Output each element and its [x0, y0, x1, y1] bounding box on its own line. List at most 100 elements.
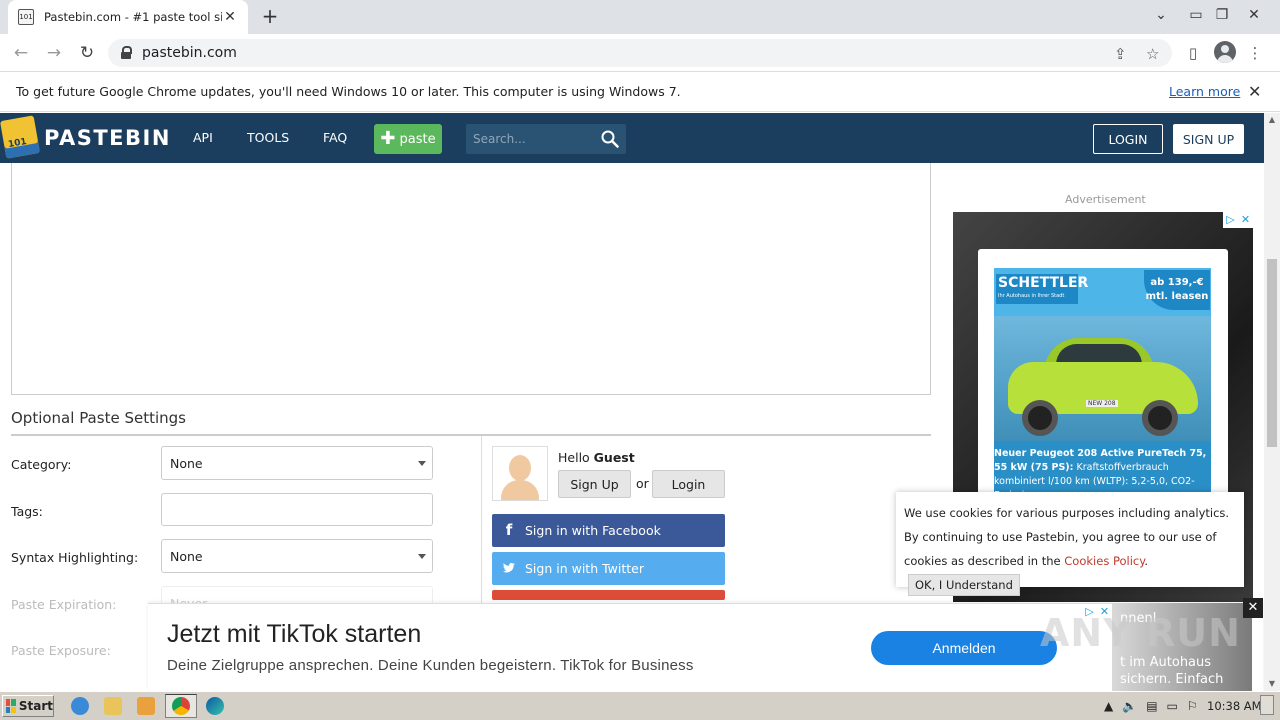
page-viewport: PASTEBIN API TOOLS FAQ ✚ paste LOGIN SIG…	[0, 113, 1264, 691]
power-icon[interactable]: ▭	[1167, 699, 1178, 713]
expiration-label: Paste Expiration:	[11, 597, 117, 612]
restore-icon[interactable]: ❐	[1210, 4, 1234, 28]
taskbar-clock[interactable]: 10:38 AM	[1207, 699, 1262, 713]
tab-search-chevron-icon[interactable]: ⌄	[1149, 4, 1173, 28]
ad-close-icon[interactable]: ✕	[1238, 212, 1253, 228]
infobar-close-icon[interactable]: ✕	[1248, 82, 1261, 101]
car-image: NEW 208	[994, 316, 1211, 441]
facebook-signin-label: Sign in with Facebook	[525, 523, 661, 538]
chevron-down-icon	[418, 461, 426, 466]
bottom-ad-cta-button[interactable]: Anmelden	[871, 631, 1057, 665]
reload-icon[interactable]: ↻	[76, 42, 98, 64]
nav-tools[interactable]: TOOLS	[247, 130, 289, 145]
bottom-ad-close-icon[interactable]: ✕	[1243, 598, 1263, 618]
forward-icon[interactable]: →	[43, 42, 65, 64]
paste-textarea[interactable]	[11, 163, 931, 395]
car-wheel-icon	[1142, 400, 1178, 436]
side-panel-icon[interactable]: ▯	[1182, 42, 1204, 64]
scroll-down-icon[interactable]: ▼	[1264, 677, 1280, 691]
browser-tabstrip: 101 Pastebin.com - #1 paste tool since 2…	[0, 0, 1280, 34]
ad-brand-tagline: Ihr Autohaus in Ihrer Stadt	[998, 293, 1065, 299]
category-select[interactable]: None	[161, 446, 433, 480]
anyrun-watermark: ANY RUN	[1040, 611, 1241, 655]
guest-signup-button[interactable]: Sign Up	[558, 470, 631, 498]
media-player-icon[interactable]	[137, 697, 155, 715]
header-login-button[interactable]: LOGIN	[1093, 124, 1163, 154]
twitter-signin-label: Sign in with Twitter	[525, 561, 644, 576]
network-icon[interactable]: ▤	[1146, 699, 1157, 713]
volume-icon[interactable]: 🔈	[1122, 699, 1137, 713]
license-plate: NEW 208	[1086, 400, 1118, 407]
browser-tab[interactable]: 101 Pastebin.com - #1 paste tool since 2…	[8, 0, 248, 34]
system-tray: ▲ 🔈 ▤ ▭ ⚐	[1104, 696, 1198, 716]
bottom-ad-side-line3: sichern. Einfach	[1120, 672, 1224, 687]
search-box	[466, 124, 626, 154]
new-paste-button[interactable]: ✚ paste	[374, 124, 442, 154]
category-label: Category:	[11, 457, 72, 472]
pastebin-brand[interactable]: PASTEBIN	[44, 126, 171, 150]
search-input[interactable]	[466, 124, 596, 154]
ad-brand: SCHETTLER Ihr Autohaus in Ihrer Stadt	[996, 274, 1088, 304]
explorer-folder-icon[interactable]	[104, 697, 122, 715]
scroll-thumb[interactable]	[1267, 259, 1277, 447]
scroll-up-icon[interactable]: ▲	[1264, 113, 1280, 127]
syntax-value: None	[170, 548, 203, 564]
back-icon[interactable]: ←	[10, 42, 32, 64]
guest-avatar	[492, 446, 548, 501]
twitter-signin-button[interactable]: Sign in with Twitter	[492, 552, 725, 585]
windows-taskbar: Start ▲ 🔈 ▤ ▭ ⚐ 10:38 AM	[0, 691, 1280, 720]
ie-icon[interactable]	[71, 697, 89, 715]
pastebin-logo-icon[interactable]	[0, 115, 41, 159]
browser-toolbar: ← → ↻ pastebin.com ⇪ ☆ ▯ ⋮	[0, 34, 1280, 72]
exposure-label: Paste Exposure:	[11, 643, 111, 658]
ad-copy: Neuer Peugeot 208 Active PureTech 75, 55…	[994, 441, 1211, 492]
tray-arrow-icon[interactable]: ▲	[1104, 699, 1113, 713]
lock-icon[interactable]	[120, 46, 132, 60]
tab-close-icon[interactable]: ✕	[222, 9, 238, 25]
minimize-icon[interactable]: ▭	[1184, 4, 1208, 28]
bottom-ad-side-line2: t im Autohaus	[1120, 655, 1212, 670]
cookies-policy-link[interactable]: Cookies Policy	[1064, 554, 1144, 568]
address-bar[interactable]: pastebin.com ⇪ ☆	[108, 39, 1172, 67]
syntax-select[interactable]: None	[161, 539, 433, 573]
new-tab-icon[interactable]: +	[258, 5, 282, 29]
ad-creative[interactable]: NEW 208 SCHETTLER Ihr Autohaus in Ihrer …	[994, 268, 1211, 492]
facebook-icon: f	[505, 521, 513, 539]
bookmark-star-icon[interactable]: ☆	[1146, 45, 1159, 63]
guest-login-button[interactable]: Login	[652, 470, 725, 498]
ad-price-line1: ab 139,-€	[1150, 277, 1204, 288]
new-paste-label: paste	[399, 131, 436, 147]
settings-title: Optional Paste Settings	[11, 409, 186, 427]
start-button[interactable]: Start	[2, 695, 54, 717]
google-signin-button[interactable]	[492, 590, 725, 600]
edge-icon[interactable]	[206, 697, 224, 715]
nav-faq[interactable]: FAQ	[323, 130, 347, 145]
url-text[interactable]: pastebin.com	[142, 45, 237, 61]
adchoices-icon[interactable]: ▷	[1223, 212, 1238, 228]
category-value: None	[170, 455, 203, 471]
profile-avatar-icon[interactable]	[1214, 41, 1236, 63]
infobar-message: To get future Google Chrome updates, you…	[16, 84, 681, 99]
cookie-accept-button[interactable]: OK, I Understand	[908, 574, 1020, 596]
menu-dots-icon[interactable]: ⋮	[1244, 42, 1266, 64]
learn-more-link[interactable]: Learn more	[1169, 84, 1240, 99]
chevron-down-icon	[418, 554, 426, 559]
adchoices-badge[interactable]: ▷ ✕	[1223, 212, 1253, 228]
nav-api[interactable]: API	[193, 130, 213, 145]
chrome-icon[interactable]	[172, 697, 190, 715]
tags-input[interactable]	[161, 493, 433, 526]
share-icon[interactable]: ⇪	[1114, 45, 1127, 63]
search-icon[interactable]	[601, 130, 619, 148]
page-scrollbar[interactable]: ▲ ▼	[1264, 113, 1280, 691]
window-close-icon[interactable]: ✕	[1242, 4, 1266, 28]
settings-divider	[11, 434, 931, 436]
tags-label: Tags:	[11, 504, 43, 519]
show-desktop-button[interactable]	[1260, 695, 1274, 715]
facebook-signin-button[interactable]: f Sign in with Facebook	[492, 514, 725, 547]
car-wheel-icon	[1022, 400, 1058, 436]
tab-title: Pastebin.com - #1 paste tool since 2002!	[44, 10, 222, 24]
header-signup-button[interactable]: SIGN UP	[1173, 124, 1244, 154]
advertisement-label: Advertisement	[1065, 193, 1146, 206]
action-center-flag-icon[interactable]: ⚐	[1187, 699, 1198, 713]
plus-icon: ✚	[380, 128, 396, 149]
